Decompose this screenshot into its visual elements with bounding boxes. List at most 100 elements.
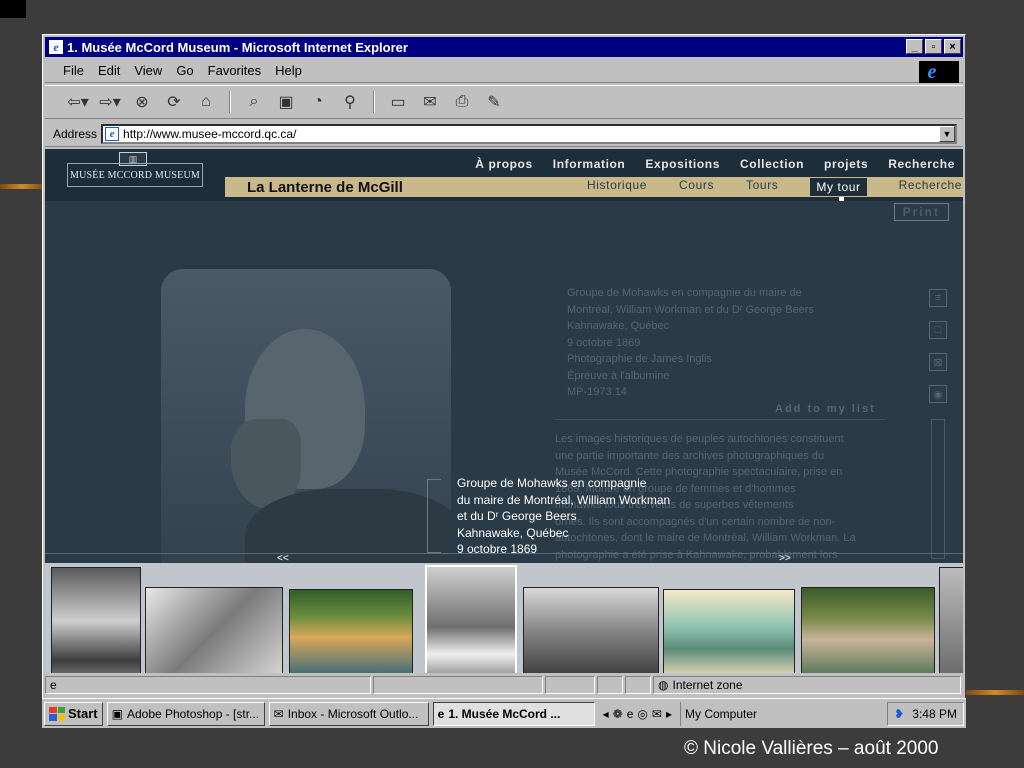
clock: 3:48 PM <box>912 707 957 721</box>
subnav-cours[interactable]: Cours <box>679 178 714 196</box>
side-tools: ≡ □ ⊠ ◉ <box>929 289 947 403</box>
slide-stripe-left <box>0 184 44 189</box>
caption-line: Photographie de James Inglis <box>567 353 712 365</box>
start-button[interactable]: Start <box>44 701 103 726</box>
scroll-right-icon[interactable]: ▸ <box>666 707 672 721</box>
sub-navigation: Historique Cours Tours My tour Recherche <box>587 178 962 201</box>
thumbnail-tooltip: Groupe de Mohawks en compagnie du maire … <box>457 475 670 558</box>
window-title: 1. Musée McCord Museum - Microsoft Inter… <box>67 39 408 55</box>
nav-collection[interactable]: Collection <box>740 157 804 171</box>
quicklaunch-desktop-icon[interactable]: ❁ <box>613 707 623 721</box>
thumbnail-5[interactable] <box>523 587 659 673</box>
quicklaunch-browser-icon[interactable]: ◎ <box>637 707 647 721</box>
thumbnail-3[interactable] <box>289 589 413 673</box>
thumbnail-1[interactable] <box>51 567 141 673</box>
tooltip-bracket <box>427 479 441 553</box>
subnav-tours[interactable]: Tours <box>746 178 778 196</box>
subnav-my-tour[interactable]: My tour <box>810 178 867 201</box>
page-status-icon: e <box>50 678 57 692</box>
maximize-button[interactable]: ▫ <box>925 39 942 54</box>
quicklaunch-ie-icon[interactable]: e <box>627 707 634 721</box>
text-scrollbar[interactable] <box>931 419 945 559</box>
status-zone: ◍ Internet zone <box>653 676 961 694</box>
thumbnail-6[interactable] <box>663 589 795 673</box>
forward-icon[interactable]: ⇨▾ <box>97 90 123 114</box>
nav-information[interactable]: Information <box>553 157 626 171</box>
fullscreen-icon[interactable]: ▭ <box>385 90 411 114</box>
search-icon[interactable]: ⌕ <box>241 90 267 114</box>
favorites-icon[interactable]: ▣ <box>273 90 299 114</box>
address-input[interactable]: e http://www.musee-mccord.qc.ca/ ▼ <box>101 123 957 144</box>
list-icon[interactable]: ≡ <box>929 289 947 307</box>
menu-file[interactable]: File <box>63 63 84 78</box>
caption-line: Kahnawake, Québec <box>567 320 670 332</box>
menu-favorites[interactable]: Favorites <box>208 63 261 78</box>
print-icon[interactable]: ⎙ <box>449 90 475 114</box>
menu-view[interactable]: View <box>134 63 162 78</box>
address-bar: Address e http://www.musee-mccord.qc.ca/… <box>45 121 963 147</box>
menu-bar: File Edit View Go Favorites Help e <box>45 59 963 83</box>
ie-title-icon: e <box>49 40 63 54</box>
caption-line: MP-1973.14 <box>567 386 627 398</box>
caption-line: Groupe de Mohawks en compagnie du maire … <box>567 287 802 299</box>
status-cell <box>625 676 651 694</box>
menu-help[interactable]: Help <box>275 63 302 78</box>
close-button[interactable]: × <box>944 39 961 54</box>
history-icon[interactable]: ◔ <box>305 90 331 114</box>
nav-recherche[interactable]: Recherche <box>888 157 955 171</box>
start-label: Start <box>68 706 98 721</box>
window-icon[interactable]: □ <box>929 321 947 339</box>
thumbnail-4[interactable] <box>425 565 517 673</box>
featured-photo[interactable] <box>161 269 451 569</box>
caption-line: Montréal, William Workman et du Dʳ Georg… <box>567 303 814 316</box>
address-label: Address <box>53 126 98 141</box>
description-line: une partie importante des archives photo… <box>555 449 825 462</box>
refresh-icon[interactable]: ⟳ <box>161 90 187 114</box>
subnav-historique[interactable]: Historique <box>587 178 647 196</box>
close-box-icon[interactable]: ⊠ <box>929 353 947 371</box>
edit-icon[interactable]: ✎ <box>481 90 507 114</box>
task-ie[interactable]: e 1. Musée McCord ... <box>432 701 595 726</box>
ie-throbber-icon: e <box>919 61 959 83</box>
photo-caption: Groupe de Mohawks en compagnie du maire … <box>567 285 814 401</box>
channels-icon[interactable]: ⚲ <box>337 90 363 114</box>
quicklaunch-mail-icon[interactable]: ✉ <box>652 707 662 721</box>
scroll-left-icon[interactable]: ◂ <box>603 707 609 721</box>
add-to-list-link[interactable]: Add to my list <box>775 403 876 415</box>
museum-logo[interactable]: MUSÉE MCCORD MUSEUM <box>67 163 203 187</box>
back-icon[interactable]: ⇦▾ <box>65 90 91 114</box>
task-photoshop[interactable]: ▣ Adobe Photoshop - [str... <box>106 701 265 726</box>
menu-go[interactable]: Go <box>176 63 193 78</box>
nav-a-propos[interactable]: À propos <box>475 157 532 171</box>
minimize-button[interactable]: _ <box>906 39 923 54</box>
standard-toolbar: ⇦▾ ⇨▾ ⊗ ⟳ ⌂ ⌕ ▣ ◔ ⚲ ▭ ✉ ⎙ ✎ <box>45 85 963 119</box>
menu-edit[interactable]: Edit <box>98 63 120 78</box>
tooltip-line: Kahnawake, Québec <box>457 525 569 540</box>
task-outlook[interactable]: ✉ Inbox - Microsoft Outlo... <box>268 701 429 726</box>
slide-corner-mark <box>0 0 26 18</box>
windows-logo-icon <box>49 706 65 721</box>
photoshop-icon: ▣ <box>111 706 123 721</box>
ie-task-icon: e <box>437 706 445 721</box>
my-computer-band[interactable]: My Computer <box>679 701 761 726</box>
target-icon[interactable]: ◉ <box>929 385 947 403</box>
subnav-recherche[interactable]: Recherche <box>899 178 962 196</box>
status-bar: e ◍ Internet zone <box>45 675 963 695</box>
section-title: La Lanterne de McGill <box>247 178 403 196</box>
address-url[interactable]: http://www.musee-mccord.qc.ca/ <box>123 127 296 141</box>
thumbnail-7[interactable] <box>801 587 935 673</box>
status-progress <box>373 676 543 694</box>
mail-icon[interactable]: ✉ <box>417 90 443 114</box>
divider <box>555 419 885 420</box>
thumbnail-8[interactable] <box>939 567 963 673</box>
thumbnail-2[interactable] <box>145 587 283 673</box>
nav-projets[interactable]: projets <box>824 157 868 171</box>
home-icon[interactable]: ⌂ <box>193 90 219 114</box>
address-dropdown-icon[interactable]: ▼ <box>939 125 955 142</box>
stop-icon[interactable]: ⊗ <box>129 90 155 114</box>
section-bar: La Lanterne de McGill Historique Cours T… <box>225 177 963 201</box>
print-button[interactable]: Print <box>893 203 949 221</box>
messenger-icon[interactable]: ❥ <box>894 707 904 721</box>
task-label: Inbox - Microsoft Outlo... <box>287 706 419 721</box>
nav-expositions[interactable]: Expositions <box>645 157 720 171</box>
